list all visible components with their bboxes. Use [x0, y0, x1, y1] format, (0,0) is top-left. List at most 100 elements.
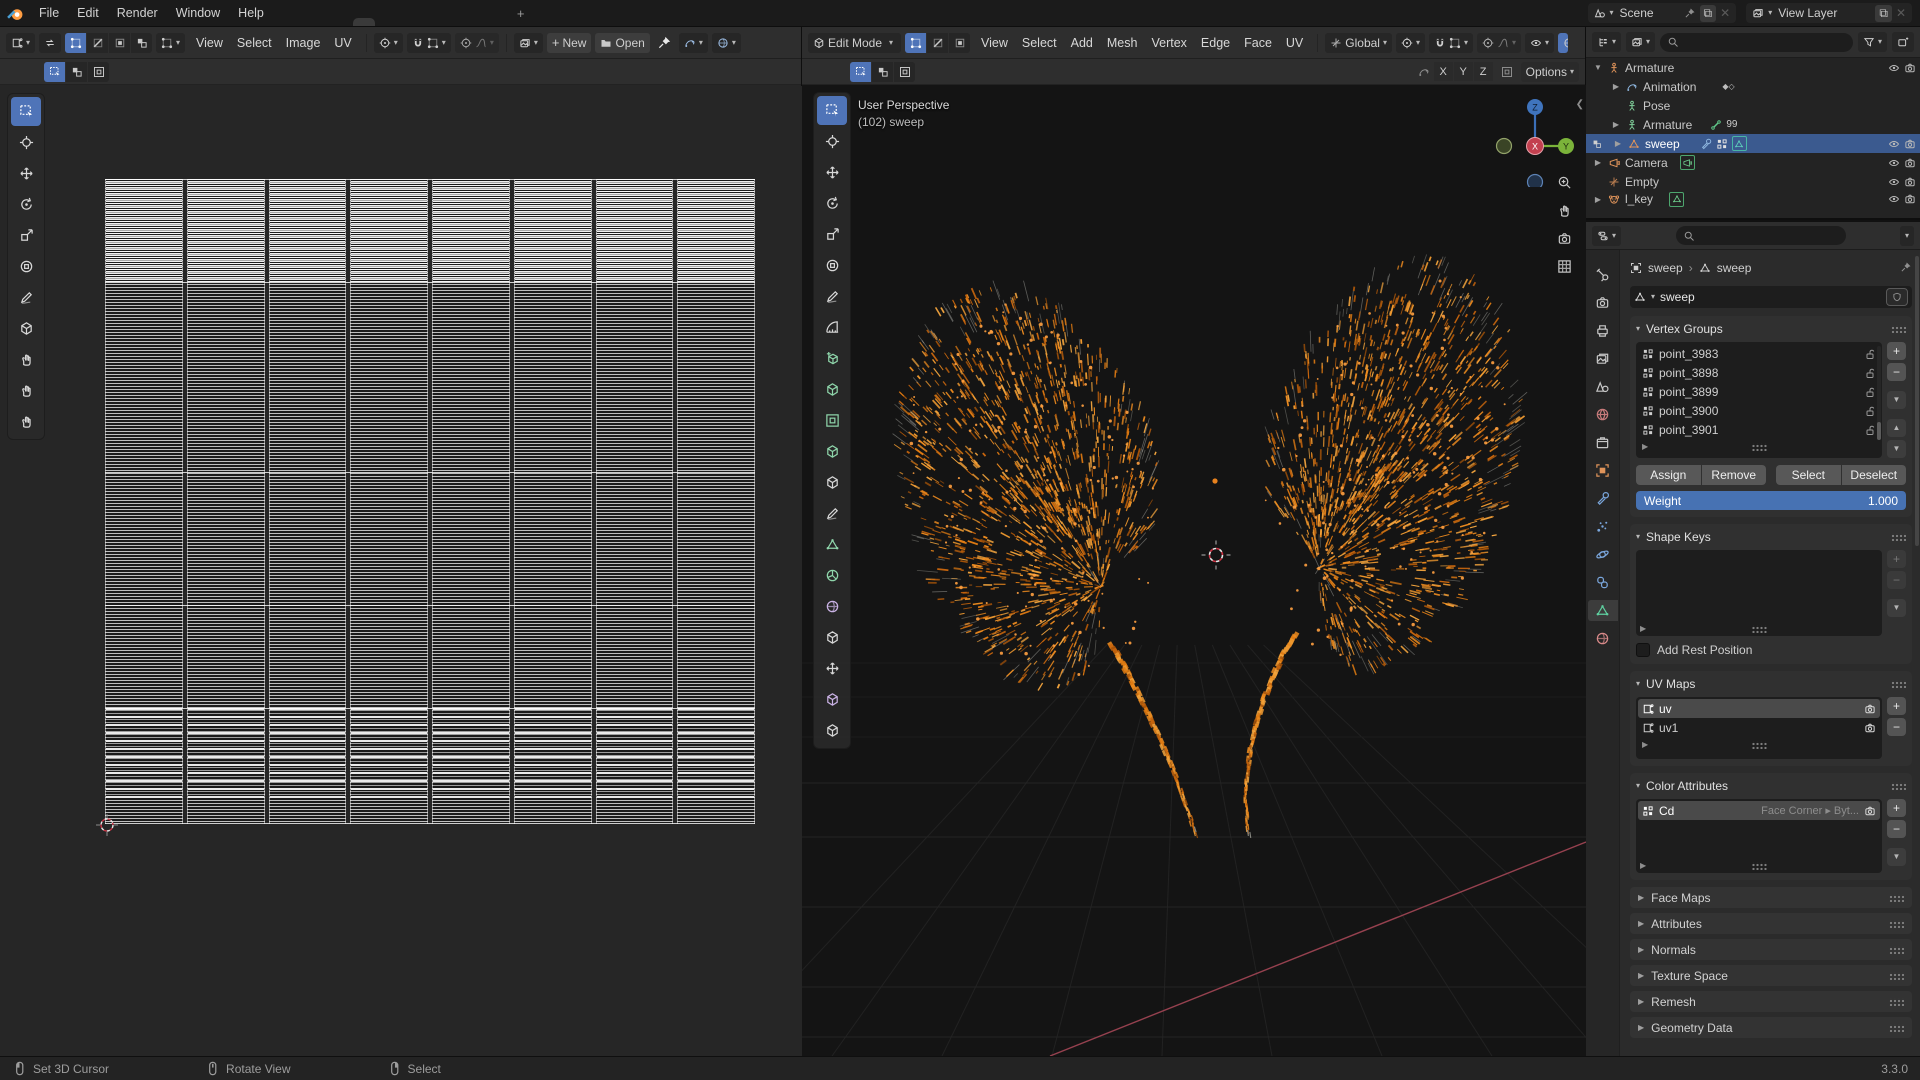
editor-type-button[interactable]: ▾	[6, 32, 36, 53]
outliner-row-l-key[interactable]: ▶ l_key	[1586, 191, 1920, 207]
remove-uv-map-button[interactable]: −	[1887, 718, 1906, 736]
annotate-tool[interactable]	[817, 282, 847, 311]
lock-open-icon[interactable]	[1864, 386, 1876, 398]
add-rest-position-checkbox[interactable]	[1636, 643, 1650, 657]
loop-cut-tool[interactable]	[817, 468, 847, 497]
tab-material[interactable]	[1588, 628, 1618, 649]
uv-menu[interactable]: View	[189, 36, 230, 50]
disable-render-icon[interactable]	[1904, 157, 1916, 169]
fake-user-shield-button[interactable]	[1886, 288, 1908, 306]
viewport-menu[interactable]: Face	[1237, 36, 1279, 50]
uv-pinch-tool[interactable]	[11, 407, 41, 436]
mirror-axis-toggle[interactable]: X	[1433, 62, 1453, 81]
shape-key-specials-dropdown[interactable]: ▼	[1887, 599, 1906, 617]
move-group-up-button[interactable]: ▲	[1887, 419, 1906, 437]
breadcrumb-object[interactable]: sweep	[1648, 261, 1683, 275]
mesh-name-field[interactable]: ▾ sweep	[1630, 286, 1912, 308]
uv-grab-tool[interactable]	[11, 345, 41, 374]
shrink-fatten-tool[interactable]	[817, 654, 847, 683]
uv-select-box-tool[interactable]	[11, 97, 41, 126]
sidebar-toggle-arrow[interactable]: ❮	[1576, 99, 1584, 110]
uv-menu[interactable]: Image	[279, 36, 328, 50]
zoom-icon[interactable]	[1557, 175, 1572, 190]
uv-rip-region-tool[interactable]	[11, 314, 41, 343]
workspace-tab[interactable]	[375, 18, 397, 26]
hide-eye-icon[interactable]	[1888, 138, 1900, 150]
camera-view-icon[interactable]	[1557, 231, 1572, 246]
point_3900[interactable]: point_3900	[1638, 401, 1880, 420]
tab-view-layer[interactable]	[1588, 348, 1618, 369]
new-view-layer-button[interactable]: ⧉	[1875, 4, 1892, 22]
uv-cursor-tool[interactable]	[11, 128, 41, 157]
properties-editor-type-button[interactable]: ▾	[1592, 225, 1622, 246]
shear-tool[interactable]	[817, 685, 847, 714]
shading-mode-clipped-button[interactable]	[1558, 32, 1569, 53]
lock-open-icon[interactable]	[1864, 405, 1876, 417]
browse-image-button[interactable]: ▾	[513, 32, 543, 53]
view-layer-selector[interactable]: ▾ View Layer ⧉ ✕	[1746, 3, 1912, 23]
uv-transform-tool[interactable]	[11, 252, 41, 281]
uv-map-row-uv1[interactable]: uv1	[1638, 718, 1880, 737]
vp-select-extend-button[interactable]	[872, 61, 893, 82]
assign-button[interactable]: Assign	[1636, 465, 1701, 485]
tab-modifiers[interactable]	[1588, 488, 1618, 509]
vertex-group-specials-dropdown[interactable]: ▼	[1887, 391, 1906, 409]
uv-sticky-select-dropdown[interactable]: ▾	[156, 32, 186, 53]
transform-tool[interactable]	[817, 251, 847, 280]
uv-overlays-dropdown[interactable]: ▾	[711, 32, 741, 53]
point_3899[interactable]: point_3899	[1638, 382, 1880, 401]
properties-search-input[interactable]	[1675, 226, 1846, 245]
uv-pivot-dropdown[interactable]: ▾	[373, 32, 403, 53]
select-subtract-button[interactable]	[88, 61, 109, 82]
outliner-row-empty[interactable]: Empty	[1586, 172, 1920, 191]
outliner-row-camera[interactable]: ▶ Camera	[1586, 153, 1920, 172]
workspace-tab[interactable]	[441, 18, 463, 26]
add-color-attribute-button[interactable]: +	[1887, 799, 1906, 817]
delete-view-layer-button[interactable]: ✕	[1896, 6, 1906, 20]
mirror-axis-toggle[interactable]: Y	[1453, 62, 1473, 81]
new-collection-button[interactable]	[1892, 32, 1914, 52]
drag-grip-icon[interactable]	[1891, 782, 1906, 790]
color-attribute-specials-dropdown[interactable]: ▼	[1887, 848, 1906, 866]
extrude-region-tool[interactable]	[817, 375, 847, 404]
collapsed-panel[interactable]: ▶ Face Maps	[1630, 887, 1912, 908]
remove-color-attribute-button[interactable]: −	[1887, 820, 1906, 838]
snap-group[interactable]: ▾	[1429, 32, 1474, 53]
uv-snap-toggle[interactable]: ▾	[406, 32, 451, 53]
outliner-filter-mode-dropdown[interactable]: ▾	[1626, 32, 1656, 52]
select-box-tool[interactable]	[817, 96, 847, 125]
lock-open-icon[interactable]	[1864, 367, 1876, 379]
options-dropdown[interactable]: Options ▾	[1520, 61, 1579, 82]
knife-tool[interactable]	[817, 499, 847, 528]
disable-render-icon[interactable]	[1904, 138, 1916, 150]
topbar-menu[interactable]: Help	[229, 0, 273, 26]
uv-canvas[interactable]	[0, 86, 802, 1056]
add-uv-map-button[interactable]: +	[1887, 697, 1906, 715]
pan-hand-icon[interactable]	[1557, 203, 1572, 218]
drag-grip-icon[interactable]	[1891, 533, 1906, 541]
uv-face-select-button[interactable]	[109, 32, 131, 53]
viewport-menu[interactable]: Vertex	[1144, 36, 1193, 50]
weight-slider[interactable]: Weight 1.000	[1636, 491, 1906, 510]
uv-relax-tool[interactable]	[11, 376, 41, 405]
uv-maps-header[interactable]: ▾ UV Maps	[1636, 675, 1906, 693]
point_3983[interactable]: point_3983	[1638, 344, 1880, 363]
pin-id-icon[interactable]	[1900, 261, 1912, 273]
list-expander[interactable]: ▶	[1640, 861, 1646, 870]
remove-shape-key-button[interactable]: −	[1887, 571, 1906, 589]
outliner-search-input[interactable]	[1660, 32, 1853, 52]
vertex-groups-header[interactable]: ▾ Vertex Groups	[1636, 320, 1906, 338]
disable-render-icon[interactable]	[1904, 176, 1916, 188]
tab-tool[interactable]	[1588, 264, 1618, 285]
list-resize-grip[interactable]	[1751, 624, 1767, 633]
hide-eye-icon[interactable]	[1888, 193, 1900, 205]
drag-grip-icon[interactable]	[1891, 680, 1906, 688]
scene-selector[interactable]: ▾ Scene ⧉ ✕	[1587, 3, 1737, 23]
outliner-row-animation[interactable]: ▶ Animation ◆◇	[1604, 77, 1920, 96]
modifier-wrench-icon[interactable]	[1700, 138, 1712, 150]
uv-scale-tool[interactable]	[11, 221, 41, 250]
uv-annotate-tool[interactable]	[11, 283, 41, 312]
pivot-point-dropdown[interactable]: ▾	[1395, 32, 1425, 53]
mirror-axis-toggle[interactable]: Z	[1473, 62, 1493, 81]
pin-icon[interactable]	[1684, 7, 1696, 19]
